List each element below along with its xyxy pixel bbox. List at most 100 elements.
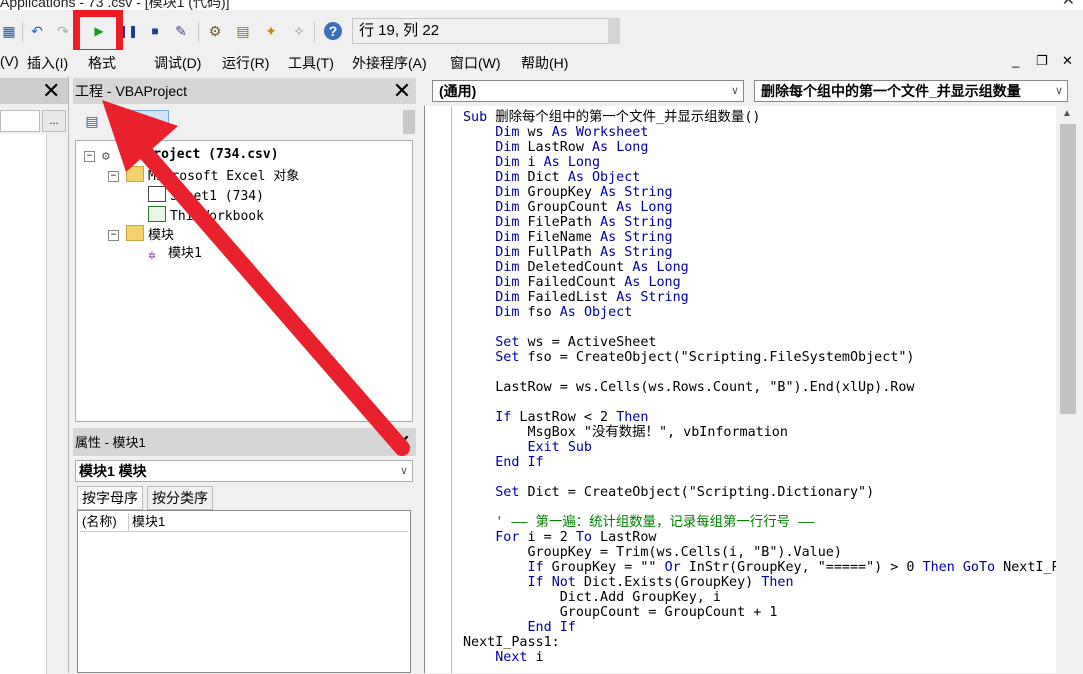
menu-view[interactable]: (V) bbox=[0, 53, 19, 69]
code-line[interactable]: Dim DeletedCount As Long bbox=[463, 260, 689, 275]
left-pane-field[interactable] bbox=[0, 110, 40, 132]
menu-help[interactable]: 帮助(H) bbox=[521, 53, 568, 73]
code-line[interactable]: If GroupKey = "" Or InStr(GroupKey, "===… bbox=[463, 560, 1058, 575]
undo-icon[interactable]: ↶ bbox=[28, 22, 46, 40]
code-line[interactable]: GroupKey = Trim(ws.Cells(i, "B").Value) bbox=[463, 545, 841, 560]
code-line[interactable]: Dim FullPath As String bbox=[463, 245, 672, 260]
menu-tools[interactable]: 工具(T) bbox=[288, 53, 334, 73]
chevron-down-icon[interactable]: ∨ bbox=[1054, 81, 1063, 101]
collapse-icon[interactable]: − bbox=[84, 151, 95, 162]
code-line[interactable]: Dim LastRow As Long bbox=[463, 140, 648, 155]
code-line[interactable]: Dim GroupKey As String bbox=[463, 185, 672, 200]
close-icon[interactable]: ✕ bbox=[1062, 0, 1075, 10]
code-line[interactable]: Set fso = CreateObject("Scripting.FileSy… bbox=[463, 350, 914, 365]
code-line[interactable]: Dim fso As Object bbox=[463, 305, 632, 320]
toolbar-separator bbox=[22, 22, 23, 42]
project-explorer-icon[interactable]: ⚙ bbox=[206, 22, 224, 40]
object-browser-icon[interactable]: ✦ bbox=[262, 22, 280, 40]
tree-node-thisworkbook[interactable]: ThisWorkbook bbox=[148, 206, 264, 226]
code-line[interactable]: Dim FailedList As String bbox=[463, 290, 689, 305]
collapse-icon[interactable]: − bbox=[108, 171, 119, 182]
tree-node-modules[interactable]: 模块 bbox=[126, 225, 174, 245]
tree-node-project[interactable]: ⚙ VBAProject (734.csv) bbox=[102, 146, 279, 164]
code-line[interactable]: Dim FailedCount As Long bbox=[463, 275, 680, 290]
code-line[interactable]: MsgBox "没有数据！", vbInformation bbox=[463, 425, 787, 440]
vertical-scrollbar[interactable]: ▲ bbox=[1056, 106, 1080, 673]
toolbar-scroll-handle[interactable] bbox=[608, 18, 620, 44]
code-line[interactable]: End If bbox=[463, 620, 576, 635]
code-line[interactable]: Next i bbox=[463, 650, 543, 665]
scroll-up-icon[interactable]: ▲ bbox=[1062, 108, 1072, 119]
chevron-down-icon[interactable]: ∨ bbox=[400, 461, 408, 481]
help-icon[interactable]: ? bbox=[324, 22, 342, 40]
menu-addins[interactable]: 外接程序(A) bbox=[352, 53, 427, 73]
design-mode-icon[interactable]: ✎ bbox=[172, 22, 190, 40]
left-pane-list[interactable] bbox=[0, 134, 47, 674]
column-divider bbox=[128, 513, 129, 531]
code-line[interactable]: ' —— 第一遍：统计组数量，记录每组第一行行号 —— bbox=[463, 515, 814, 530]
code-line[interactable]: End If bbox=[463, 455, 543, 470]
property-value[interactable]: 模块1 bbox=[132, 513, 165, 531]
menu-format[interactable]: 格式 bbox=[88, 53, 116, 73]
property-row[interactable]: (名称) 模块1 bbox=[80, 513, 408, 532]
tree-node-module1[interactable]: ✲ 模块1 bbox=[148, 245, 202, 263]
margin-indicator-bar[interactable] bbox=[425, 106, 452, 673]
menu-run[interactable]: 运行(R) bbox=[222, 53, 269, 73]
reset-icon[interactable]: ■ bbox=[146, 22, 164, 40]
menu-insert[interactable]: 插入(I) bbox=[27, 53, 68, 73]
object-select[interactable]: 模块1 模块 ∨ bbox=[75, 460, 413, 482]
window-title: Applications - 73 .csv - [模块1 (代码)] bbox=[0, 0, 230, 10]
toolbar-scroll-handle[interactable] bbox=[403, 110, 415, 134]
left-docked-pane: ✕ ... bbox=[0, 76, 69, 674]
code-line[interactable]: Dim FilePath As String bbox=[463, 215, 672, 230]
code-line[interactable]: Dim Dict As Object bbox=[463, 170, 640, 185]
project-explorer-header: 工程 - VBAProject bbox=[73, 78, 416, 104]
code-line[interactable]: LastRow = ws.Cells(ws.Rows.Count, "B").E… bbox=[463, 380, 914, 395]
close-icon[interactable]: ✕ bbox=[42, 78, 60, 104]
code-line[interactable]: GroupCount = GroupCount + 1 bbox=[463, 605, 778, 620]
tree-node-module1-label: 模块1 bbox=[168, 246, 202, 261]
properties-icon[interactable]: ▤ bbox=[234, 22, 252, 40]
view-code-icon[interactable]: ▤ bbox=[83, 112, 101, 130]
scrollbar-thumb[interactable] bbox=[1060, 124, 1076, 414]
property-name: (名称) bbox=[82, 514, 117, 529]
code-line[interactable]: Dim ws As Worksheet bbox=[463, 125, 648, 140]
code-line[interactable]: Dim FileName As String bbox=[463, 230, 672, 245]
close-icon[interactable]: ✕ bbox=[391, 80, 413, 102]
chevron-down-icon[interactable]: ∨ bbox=[731, 81, 739, 101]
view-excel-icon[interactable]: ▦ bbox=[0, 22, 18, 40]
tab-categorized[interactable]: 按分类序 bbox=[147, 486, 213, 510]
code-text[interactable]: Sub 删除每个组中的第一个文件_并显示组数量() Dim ws As Work… bbox=[463, 110, 1057, 665]
code-line[interactable]: Dict.Add GroupKey, i bbox=[463, 590, 721, 605]
object-combo[interactable]: (通用) ∨ bbox=[432, 80, 744, 102]
tree-node-excel-objects[interactable]: Microsoft Excel 对象 bbox=[126, 166, 299, 186]
code-line[interactable]: Set Dict = CreateObject("Scripting.Dicti… bbox=[463, 485, 874, 500]
code-line[interactable]: For i = 2 To LastRow bbox=[463, 530, 656, 545]
code-line[interactable]: Dim GroupCount As Long bbox=[463, 200, 672, 215]
tab-alphabetic[interactable]: 按字母序 bbox=[77, 486, 143, 510]
close-window-icon[interactable]: ✕ bbox=[1062, 53, 1073, 69]
code-line[interactable]: Set ws = ActiveSheet bbox=[463, 335, 656, 350]
menu-debug[interactable]: 调试(D) bbox=[154, 53, 201, 73]
restore-icon[interactable]: ❐ bbox=[1036, 53, 1048, 69]
toggle-folders-icon[interactable]: ▬ bbox=[143, 112, 161, 130]
tree-node-sheet1[interactable]: Sheet1 (734) bbox=[148, 186, 264, 206]
browse-button[interactable]: ... bbox=[42, 110, 66, 132]
code-line[interactable]: Sub 删除每个组中的第一个文件_并显示组数量() bbox=[463, 110, 760, 125]
code-editor[interactable]: Sub 删除每个组中的第一个文件_并显示组数量() Dim ws As Work… bbox=[424, 106, 1057, 673]
tree-node-excel-objects-label: Microsoft Excel 对象 bbox=[148, 169, 300, 184]
close-icon[interactable]: ✕ bbox=[391, 432, 413, 454]
object-select-value: 模块1 模块 bbox=[79, 463, 147, 479]
code-line[interactable]: If Not Dict.Exists(GroupKey) Then bbox=[463, 575, 794, 590]
redo-icon[interactable]: ↷ bbox=[54, 22, 72, 40]
code-line[interactable]: Exit Sub bbox=[463, 440, 593, 455]
toolbox-icon[interactable]: ✧ bbox=[290, 22, 308, 40]
code-line[interactable]: Dim i As Long bbox=[463, 155, 600, 170]
vba-project-icon: ⚙ bbox=[102, 149, 110, 164]
code-line[interactable]: NextI_Pass1: bbox=[463, 635, 560, 650]
minimize-icon[interactable]: _ bbox=[1012, 53, 1019, 68]
code-line[interactable]: If LastRow < 2 Then bbox=[463, 410, 648, 425]
procedure-combo[interactable]: 删除每个组中的第一个文件_并显示组数量 ∨ bbox=[754, 80, 1068, 102]
collapse-icon[interactable]: − bbox=[108, 230, 119, 241]
menu-window[interactable]: 窗口(W) bbox=[450, 53, 501, 73]
